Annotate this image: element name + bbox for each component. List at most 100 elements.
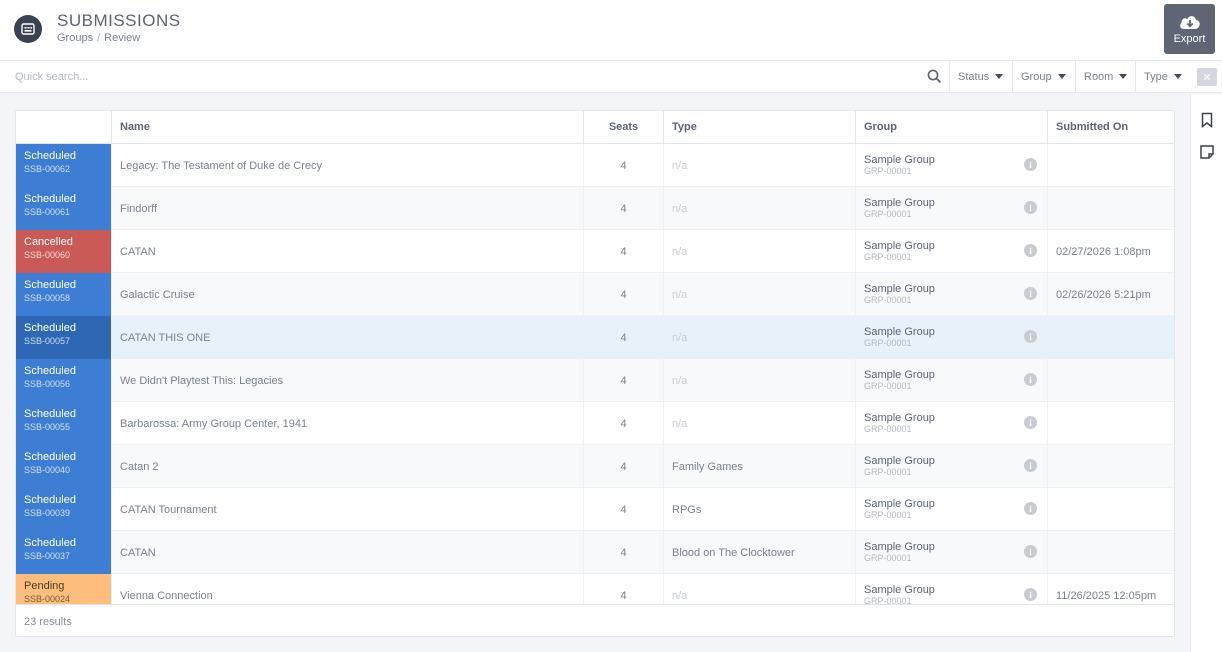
column-header-type[interactable]: Type [663,111,855,143]
submission-id: SSB-00056 [24,379,71,389]
status-badge[interactable]: Pending SSB-00024 [16,574,111,604]
table-row[interactable]: Scheduled SSB-00058 Galactic Cruise 4 n/a Sam… [16,273,1174,316]
info-icon[interactable]: i [1024,373,1037,386]
name-cell[interactable]: Barbarossa: Army Group Center, 1941 [111,402,583,445]
name-cell[interactable]: CATAN Tournament [111,488,583,531]
group-id: GRP-00001 [864,295,912,305]
info-icon[interactable]: i [1024,201,1037,214]
submission-id: SSB-00058 [24,293,71,303]
status-label: Scheduled [24,365,76,377]
table-row[interactable]: Scheduled SSB-00061 Findorff 4 n/a Sample Gro… [16,187,1174,230]
info-icon[interactable]: i [1024,416,1037,429]
name-cell[interactable]: We Didn't Playtest This: Legacies [111,359,583,402]
seats-cell: 4 [583,574,663,604]
status-label: Pending [24,580,65,592]
table-body: Scheduled SSB-00062 Legacy: The Testament … [16,144,1174,604]
seats-cell: 4 [583,488,663,531]
export-label: Export [1173,33,1206,45]
table-row[interactable]: Scheduled SSB-00040 Catan 2 4 Family Games Sa… [16,445,1174,488]
name-cell[interactable]: Catan 2 [111,445,583,488]
name-cell[interactable]: CATAN THIS ONE [111,316,583,359]
page-title: SUBMISSIONS [57,11,181,30]
sticky-note-icon[interactable] [1199,144,1215,160]
column-header-seats[interactable]: Seats [583,111,663,143]
group-id: GRP-00001 [864,338,912,348]
submission-id: SSB-00055 [24,422,71,432]
column-header-submitted-on[interactable]: Submitted On [1047,111,1174,143]
status-badge[interactable]: Scheduled SSB-00062 [16,144,111,187]
status-badge[interactable]: Scheduled SSB-00055 [16,402,111,445]
name-cell[interactable]: Legacy: The Testament of Duke de Crecy [111,144,583,187]
info-icon[interactable]: i [1024,459,1037,472]
right-rail [1190,94,1222,652]
group-filter-label: Group [1021,70,1052,83]
column-header-name[interactable]: Name [111,111,583,143]
info-icon[interactable]: i [1024,330,1037,343]
submitted-on-cell: 02/26/2026 5:21pm [1047,273,1174,316]
group-name: Sample Group [864,240,935,252]
export-button[interactable]: Export [1164,4,1215,54]
status-badge[interactable]: Scheduled SSB-00037 [16,531,111,574]
table-row[interactable]: Scheduled SSB-00055 Barbarossa: Army Group… [16,402,1174,445]
status-badge[interactable]: Scheduled SSB-00057 [16,316,111,359]
column-header-group[interactable]: Group [855,111,1047,143]
name-cell[interactable]: CATAN [111,230,583,273]
info-icon[interactable]: i [1024,287,1037,300]
group-name: Sample Group [864,541,935,553]
submitted-on-cell [1047,488,1174,531]
breadcrumb-groups[interactable]: Groups [57,32,93,44]
submission-id: SSB-00024 [24,594,71,604]
type-filter[interactable]: Type [1135,61,1191,92]
name-cell[interactable]: Galactic Cruise [111,273,583,316]
name-cell[interactable]: CATAN [111,531,583,574]
caret-down-icon [995,74,1004,79]
group-filter[interactable]: Group [1012,61,1075,92]
bookmark-icon[interactable] [1199,112,1215,128]
info-icon[interactable]: i [1024,502,1037,515]
type-cell: RPGs [663,488,855,531]
name-cell[interactable]: Findorff [111,187,583,230]
group-cell: Sample Group GRP-00001 [855,187,1047,230]
status-filter-label: Status [958,70,990,83]
search-input[interactable] [0,61,948,92]
table-row[interactable]: Pending SSB-00024 Vienna Connection 4 n/a Sam… [16,574,1174,604]
breadcrumb-separator: / [97,32,101,44]
status-label: Scheduled [24,322,76,334]
submission-id: SSB-00039 [24,508,71,518]
status-badge[interactable]: Scheduled SSB-00056 [16,359,111,402]
group-cell: Sample Group GRP-00001 [855,316,1047,359]
seats-cell: 4 [583,187,663,230]
table-row[interactable]: Scheduled SSB-00039 CATAN Tournament 4 RPGs S… [16,488,1174,531]
table-row[interactable]: Scheduled SSB-00037 CATAN 4 Blood on The Clo… [16,531,1174,574]
info-icon[interactable]: i [1024,588,1037,601]
info-icon[interactable]: i [1024,244,1037,257]
room-filter[interactable]: Room [1075,61,1135,92]
type-cell: n/a [663,230,855,273]
type-cell: n/a [663,316,855,359]
submitted-on-cell [1047,402,1174,445]
info-icon[interactable]: i [1024,545,1037,558]
search-icon[interactable] [927,69,942,84]
status-badge[interactable]: Scheduled SSB-00040 [16,445,111,488]
group-cell: Sample Group GRP-00001 [855,445,1047,488]
status-label: Scheduled [24,537,76,549]
group-id: GRP-00001 [864,596,912,604]
table-row[interactable]: Cancelled SSB-00060 CATAN 4 n/a Sample Group G… [16,230,1174,273]
status-filter[interactable]: Status [949,61,1012,92]
type-filter-label: Type [1144,70,1168,83]
table-row[interactable]: Scheduled SSB-00056 We Didn't Playtest Thi… [16,359,1174,402]
status-badge[interactable]: Cancelled SSB-00060 [16,230,111,273]
name-cell[interactable]: Vienna Connection [111,574,583,604]
clear-filters-button[interactable]: ✕ [1197,68,1217,86]
filter-toolbar: Status Group Room Type ✕ [0,61,1222,93]
group-cell: Sample Group GRP-00001 [855,359,1047,402]
table-row[interactable]: Scheduled SSB-00057 CATAN THIS ONE 4 n/a Samp… [16,316,1174,359]
breadcrumb-review[interactable]: Review [104,32,140,44]
info-icon[interactable]: i [1024,158,1037,171]
group-name: Sample Group [864,154,935,166]
status-badge[interactable]: Scheduled SSB-00061 [16,187,111,230]
group-id: GRP-00001 [864,424,912,434]
status-badge[interactable]: Scheduled SSB-00039 [16,488,111,531]
table-row[interactable]: Scheduled SSB-00062 Legacy: The Testament … [16,144,1174,187]
status-badge[interactable]: Scheduled SSB-00058 [16,273,111,316]
